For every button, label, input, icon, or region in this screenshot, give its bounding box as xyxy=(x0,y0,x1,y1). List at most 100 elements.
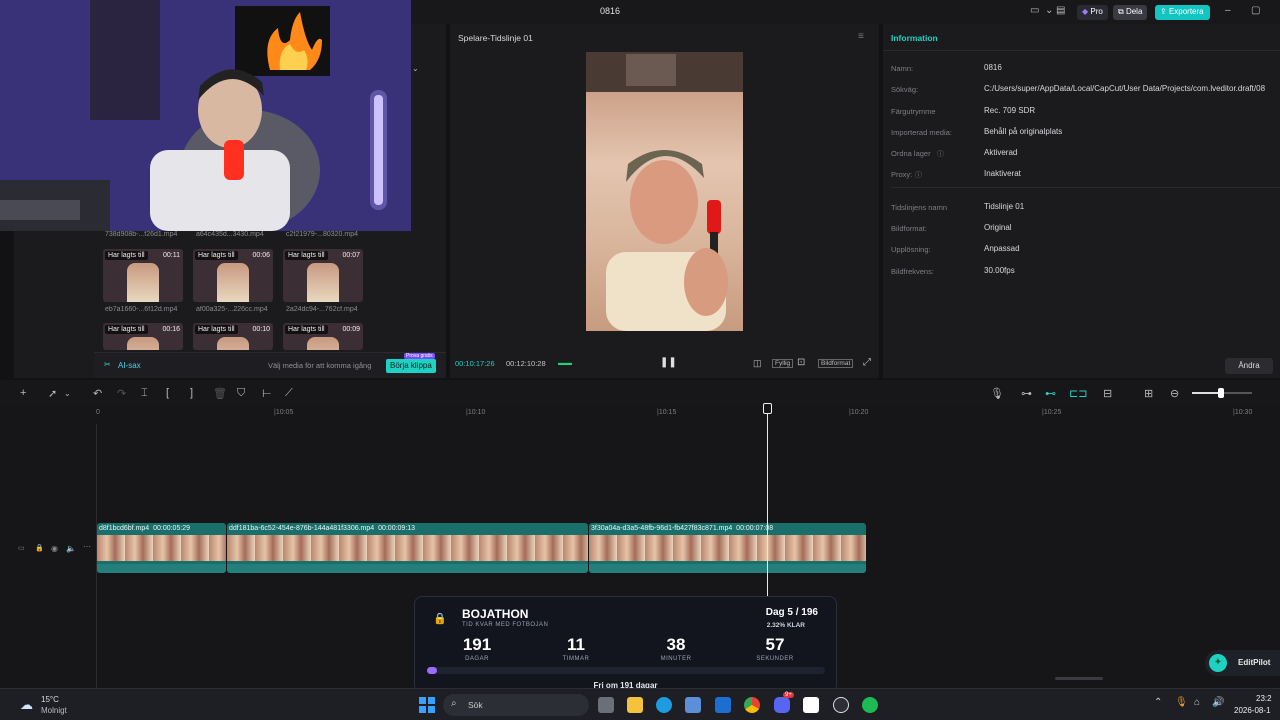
undo-icon[interactable]: ↶ xyxy=(93,387,102,400)
duration: 00:10 xyxy=(252,326,270,333)
edge-icon[interactable] xyxy=(656,697,672,713)
eye-icon[interactable]: ◉ xyxy=(51,544,58,553)
split-icon[interactable]: ⌶ xyxy=(141,387,148,400)
info-tooltip-icon[interactable]: ⓘ xyxy=(915,170,922,180)
time-tick: |10:05 xyxy=(274,409,294,416)
clip-duration: 00:00:05:29 xyxy=(153,525,191,532)
video-clip[interactable]: ddf181ba-6c52-454e-876b-144a481f3306.mp4… xyxy=(227,523,588,573)
ratio-button[interactable]: Bildformat xyxy=(818,359,854,368)
obs-icon[interactable] xyxy=(833,697,849,713)
app-title: 0816 xyxy=(600,6,621,16)
cloud-icon[interactable]: ☁ xyxy=(20,697,33,713)
editpilot-button[interactable]: ✦ EditPilot xyxy=(1205,650,1280,676)
maximize-icon[interactable]: ▢ xyxy=(1251,5,1260,19)
info-label: Upplösning: xyxy=(891,245,931,254)
share-button[interactable]: ⧉ Dela xyxy=(1113,5,1148,20)
ai-scissors-icon: ✂ xyxy=(104,360,111,369)
more-icon[interactable]: ⋯ xyxy=(83,542,91,551)
info-value: Aktiverad xyxy=(984,148,1018,157)
video-clip[interactable]: 3f30a04a-d3a5-48fb-96d1-fb427f83c871.mp4… xyxy=(589,523,866,573)
playhead-handle[interactable] xyxy=(763,403,772,414)
edit-button[interactable]: Ändra xyxy=(1225,358,1273,374)
network-icon[interactable]: ⌂ xyxy=(1194,697,1200,708)
media-thumbnail[interactable]: Har lagts till 00:06 xyxy=(193,249,273,302)
volume-icon[interactable]: 🔊 xyxy=(1212,697,1224,708)
caption-icon[interactable]: ⊞ xyxy=(1144,387,1153,400)
redo-icon[interactable]: ↷ xyxy=(117,387,126,400)
chrome-icon[interactable] xyxy=(744,697,760,713)
capcut-icon[interactable] xyxy=(803,697,819,713)
windows-start-icon[interactable] xyxy=(419,697,435,713)
chevron-up-icon[interactable]: ⌃ xyxy=(1154,697,1162,708)
link-icon[interactable]: ⊶ xyxy=(1021,387,1032,400)
delete-icon[interactable]: 🗑 xyxy=(213,387,227,400)
outlook-icon[interactable] xyxy=(715,697,731,713)
trim-left-icon[interactable]: [ xyxy=(166,387,169,399)
overlay-subtitle: TID KVAR MED FOTBOJAN xyxy=(462,622,549,628)
pause-icon[interactable]: ❚❚ xyxy=(660,357,677,368)
media-thumbnail[interactable]: Har lagts till 00:07 xyxy=(283,249,363,302)
chevron-down-icon[interactable]: ⌄ xyxy=(64,389,71,398)
fit-button[interactable]: Fyllig xyxy=(772,359,794,368)
pro-badge[interactable]: ◆ Pro xyxy=(1077,5,1108,20)
discord-icon[interactable] xyxy=(774,697,790,713)
video-preview[interactable] xyxy=(586,52,743,331)
media-thumbnail[interactable]: Har lagts till 00:10 xyxy=(193,323,273,350)
tab-information[interactable]: Information xyxy=(891,33,938,43)
time-tick: |10:20 xyxy=(849,409,869,416)
media-thumbnail[interactable]: Har lagts till 00:09 xyxy=(283,323,363,350)
preview-axis-icon[interactable]: ⊟ xyxy=(1103,387,1112,400)
export-label: Exportera xyxy=(1168,7,1204,16)
spotify-icon[interactable] xyxy=(862,697,878,713)
media-thumbnail[interactable]: Har lagts till 00:16 xyxy=(103,323,183,350)
export-button[interactable]: ⇪ Exportera xyxy=(1155,5,1210,20)
zoom-slider-handle[interactable] xyxy=(1218,388,1224,398)
lock-icon[interactable]: 🔒 xyxy=(35,544,44,552)
trim-right-icon[interactable]: ] xyxy=(190,387,193,399)
store-icon[interactable] xyxy=(685,697,701,713)
file-explorer-icon[interactable] xyxy=(627,697,643,713)
ai-sax-label[interactable]: AI-sax xyxy=(118,361,141,370)
speaker-icon[interactable]: 🔈 xyxy=(66,544,76,553)
start-editing-button[interactable]: Börja klippa xyxy=(386,359,436,373)
magic-icon[interactable]: ⟋ xyxy=(285,387,293,400)
shortcuts-icon[interactable]: ▤ xyxy=(1056,5,1065,19)
fullscreen-icon[interactable]: ⤢ xyxy=(863,357,871,368)
clip-name: 3f30a04a-d3a5-48fb-96d1-fb427f83c871.mp4 xyxy=(591,525,733,532)
task-view-icon[interactable] xyxy=(598,697,614,713)
media-filename: eb7a1660-...6f12d.mp4 xyxy=(105,306,178,313)
seconds-value: 57 xyxy=(765,635,785,654)
screenshot-icon[interactable]: ⊡ xyxy=(797,357,805,368)
crop-icon[interactable]: ◫ xyxy=(753,358,762,369)
editpilot-label: EditPilot xyxy=(1238,658,1271,667)
media-thumbnail[interactable]: Har lagts till 00:11 xyxy=(103,249,183,302)
shield-icon[interactable]: ⛉ xyxy=(237,387,245,400)
magnet-icon[interactable]: ⊷ xyxy=(1045,387,1056,400)
clock-time[interactable]: 23:2 xyxy=(1256,694,1272,703)
microphone-icon[interactable]: 🎙 xyxy=(990,387,1004,400)
video-clip[interactable]: d8f1bcd6bf.mp4 00:00:05:29 xyxy=(97,523,226,573)
hours-label: TIMMAR xyxy=(562,656,590,662)
microphone-icon[interactable]: 🎙 xyxy=(1175,697,1188,708)
zoom-out-icon[interactable]: ⊖ xyxy=(1170,387,1179,400)
added-tag: Har lagts till xyxy=(285,251,328,260)
snap-icon[interactable]: ⊏⊐ xyxy=(1069,387,1087,400)
select-cursor-icon[interactable]: ➚ xyxy=(48,387,57,400)
info-tooltip-icon[interactable]: ⓘ xyxy=(937,149,944,159)
minutes-value: 38 xyxy=(666,635,686,654)
search-input[interactable]: ⌕ Sök xyxy=(443,694,589,716)
horizontal-scrollbar[interactable] xyxy=(1055,677,1103,680)
menu-icon[interactable]: ≡ xyxy=(858,31,864,42)
sort-chevron-icon[interactable]: ⌄ xyxy=(412,64,419,73)
minimize-icon[interactable]: – xyxy=(1225,5,1231,19)
hint-text: Välj media för att komma igång xyxy=(268,361,372,370)
day-counter: Dag 5 / 196 xyxy=(765,607,818,618)
cover-icon[interactable]: ▭ xyxy=(18,544,25,552)
add-icon[interactable]: + xyxy=(20,387,26,399)
time-tick: |10:15 xyxy=(657,409,677,416)
clock-date[interactable]: 2026-08-1 xyxy=(1234,706,1270,715)
layout-icon[interactable]: ▭ xyxy=(1030,5,1039,19)
crop-range-icon[interactable]: ⊢ xyxy=(262,387,272,400)
days-label: DAGAR xyxy=(465,656,489,662)
chevron-down-icon[interactable]: ⌄ xyxy=(1045,5,1053,19)
